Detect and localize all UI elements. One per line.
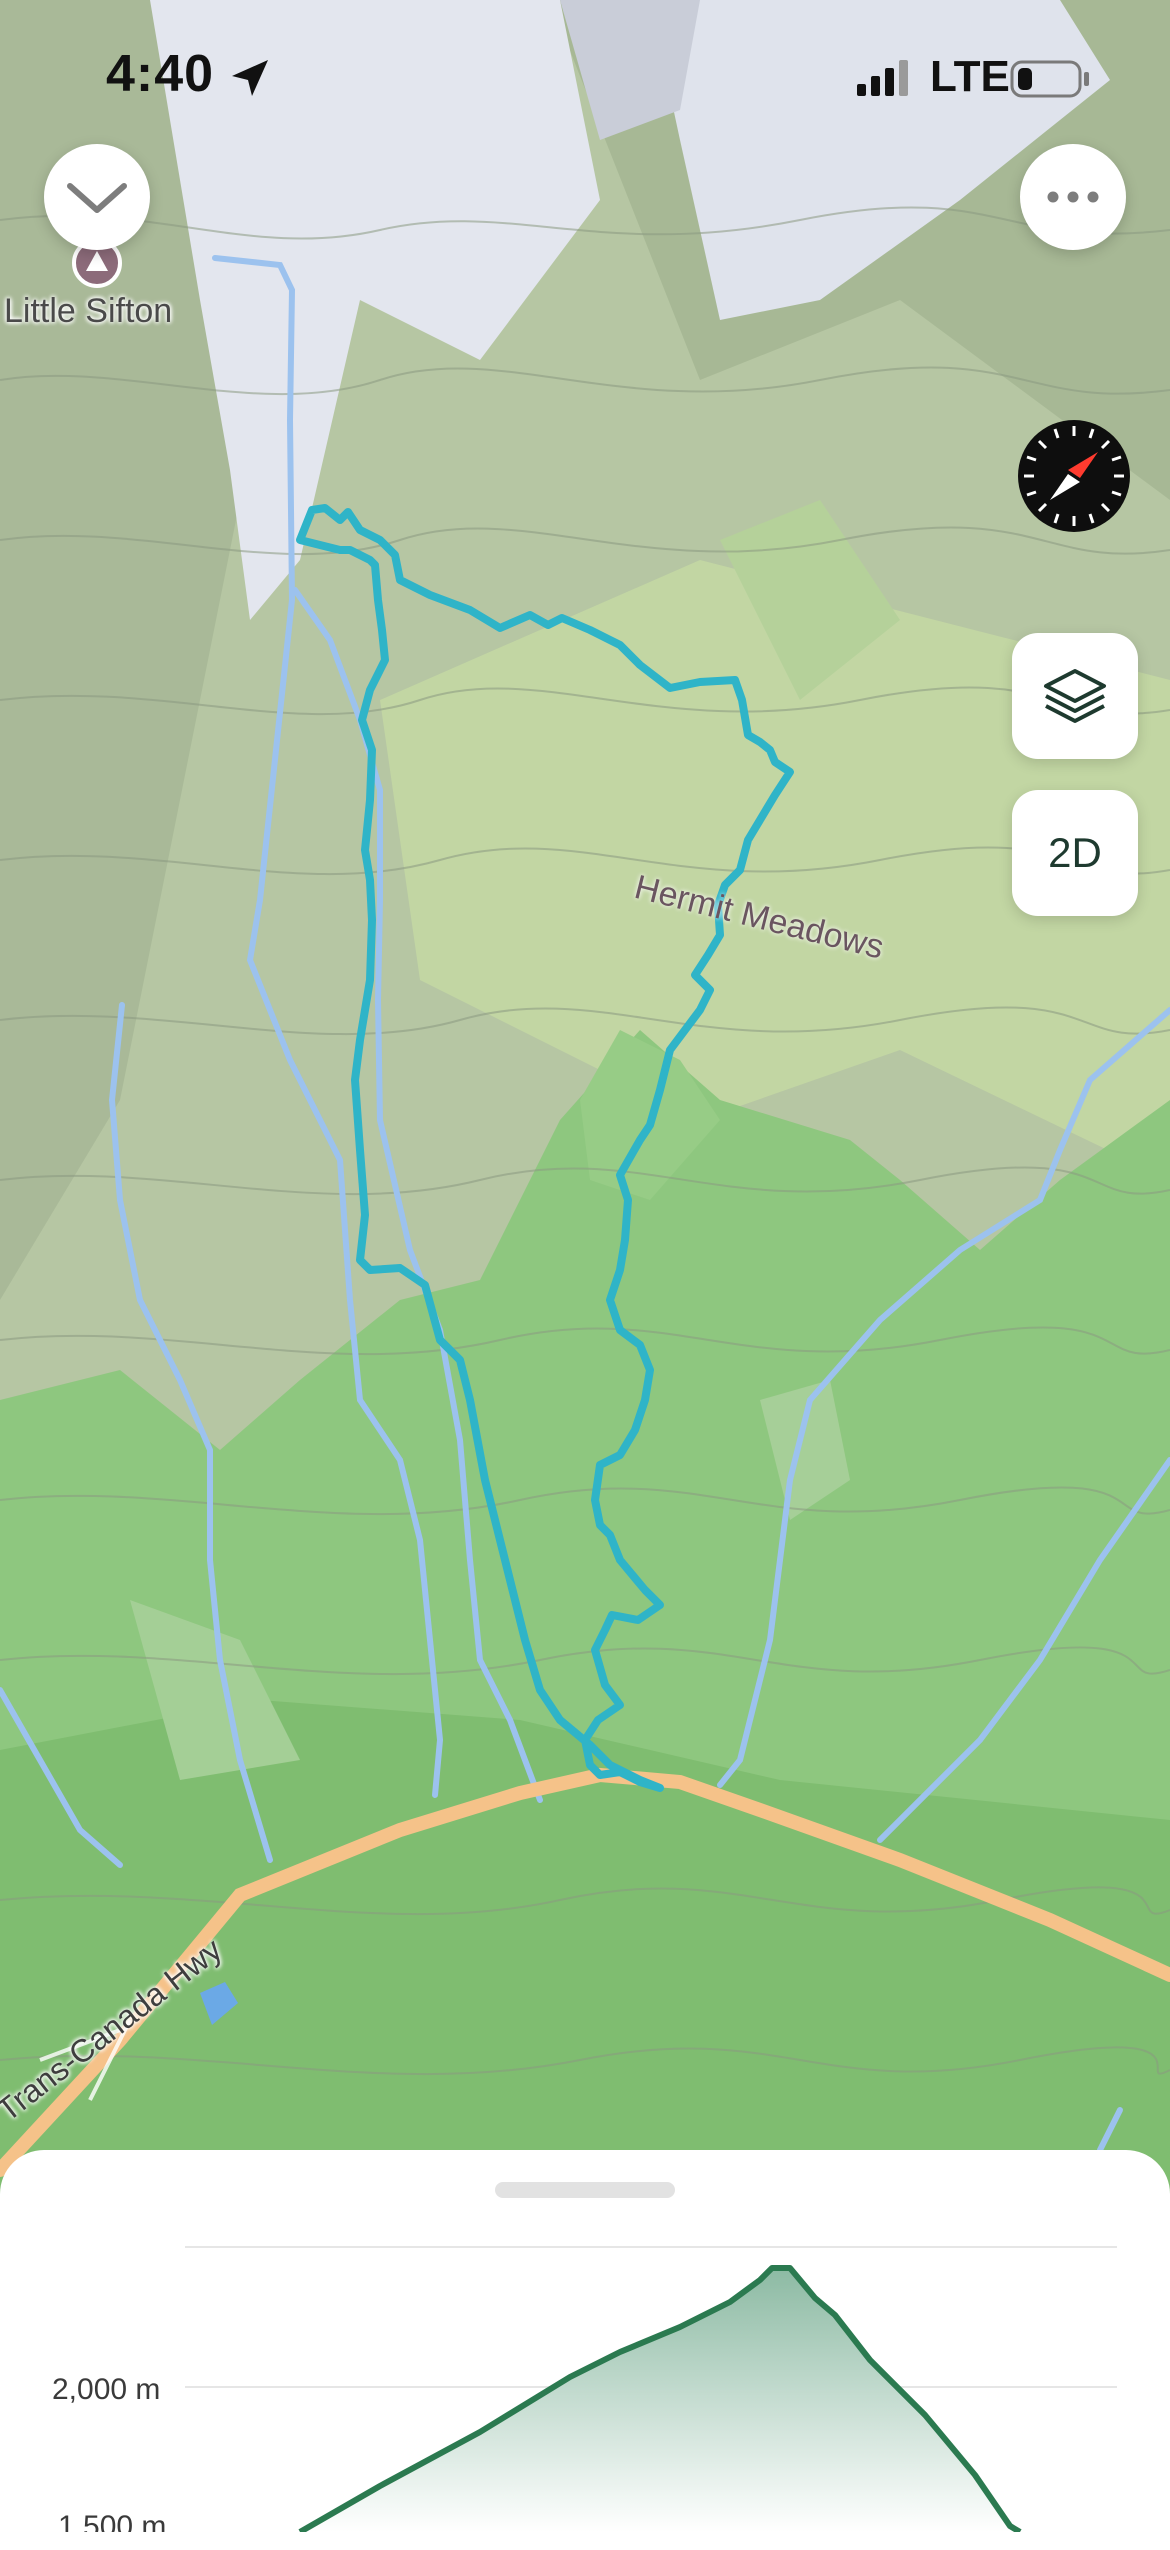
view-mode-toggle[interactable]: 2D: [1012, 790, 1138, 916]
peak-label: Little Sifton: [4, 292, 173, 330]
map-layers-button[interactable]: [1012, 633, 1138, 759]
more-options-button[interactable]: [1020, 144, 1126, 250]
status-bar: 4:40 LTE: [0, 0, 1170, 150]
compass-icon[interactable]: [1016, 418, 1132, 534]
network-type: LTE: [930, 52, 1010, 101]
y-tick-label: 1,500 m: [58, 2510, 166, 2532]
battery-icon: [1010, 60, 1089, 98]
status-time: 4:40: [106, 45, 215, 103]
elevation-sheet: 2,000 m 1,500 m: [0, 2150, 1170, 2550]
signal-bars-icon: [857, 60, 908, 96]
chevron-down-icon: [67, 183, 127, 213]
elevation-profile-chart: 2,000 m 1,500 m: [52, 2246, 1117, 2532]
location-arrow-icon: [232, 60, 268, 96]
collapse-button[interactable]: [44, 144, 150, 250]
layers-icon: [1044, 669, 1106, 723]
y-tick-label: 2,000 m: [52, 2373, 160, 2406]
more-icon: [1047, 191, 1099, 203]
